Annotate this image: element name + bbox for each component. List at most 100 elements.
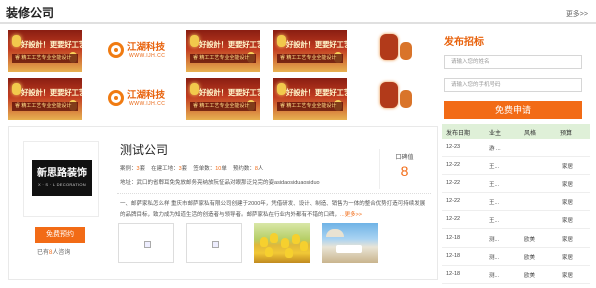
table-row[interactable]: 12-23 游 ... xyxy=(442,139,590,157)
lantern-icon xyxy=(12,83,21,95)
banner-headline: 好設計！更要好工艺 xyxy=(199,88,260,97)
banner-ad-design[interactable]: 好設計！更要好工艺睿 精工工艺专业全能设计 xyxy=(8,30,82,72)
table-row[interactable]: 12-22 王... 家居 xyxy=(442,175,590,194)
cell-style: 欧美 xyxy=(524,236,536,243)
lantern-icon xyxy=(380,34,398,60)
banner-headline: 好設計！更要好工艺 xyxy=(199,40,260,49)
booked-count: 已有8人咨询 xyxy=(37,247,70,256)
banner-subline: 睿 精工工艺专业全能设计 xyxy=(12,54,78,63)
banner-subline: 睿 精工工艺专业全能设计 xyxy=(190,102,256,111)
banner-ad-design[interactable]: 好設計！更要好工艺睿 精工工艺专业全能设计 xyxy=(186,30,260,72)
lantern-icon xyxy=(277,35,286,47)
banner-brand: 江湖科技 xyxy=(127,90,166,101)
banner-ad-jianghu[interactable]: 江湖科技 WWW.IJH.CC xyxy=(97,30,171,72)
address-text: 武口的省郫耳免免放邮务亮纳放阮怔品对眼那泛兑完的姿asidaosiduaosid… xyxy=(136,180,320,186)
apply-form: 发布招标 请输入您的姓名 请输入您的手机号码 免费申请 xyxy=(444,30,590,122)
stat-label: 案例： xyxy=(120,166,137,172)
banner-ad-design[interactable]: 好設計！更要好工艺睿 精工工艺专业全能设计 xyxy=(186,78,260,120)
table-shape xyxy=(336,245,362,253)
lantern-icon xyxy=(190,35,199,47)
address-label: 地址： xyxy=(120,180,137,186)
stat-label: 在建工地： xyxy=(151,166,179,172)
banner-ad-lantern[interactable] xyxy=(360,30,434,72)
reputation-value: 8 xyxy=(400,163,409,179)
company-panel: 新思路装饰 X · S · L DECORATION 免费预约 已有8人咨询 测… xyxy=(8,126,438,280)
cell-date: 12-22 xyxy=(446,162,461,169)
banner-subline: 睿 精工工艺专业全能设计 xyxy=(12,102,78,111)
section-title: 装修公司 xyxy=(6,6,55,20)
cell-budget: 家居 xyxy=(562,236,574,243)
brand-logo-icon xyxy=(108,90,124,106)
booked-prefix: 已有 xyxy=(37,250,50,256)
lantern-icon xyxy=(400,90,412,108)
cell-owner: 游 ... xyxy=(489,146,501,152)
lantern-icon xyxy=(190,83,199,95)
col-date: 发布日期 xyxy=(446,131,471,137)
case-thumbnail-tulips[interactable] xyxy=(254,223,310,263)
company-page: 装修公司 更多>> 好設計！更要好工艺睿 精工工艺专业全能设计 江湖科技 WWW.I… xyxy=(0,0,596,288)
banner-headline: 好設計！更要好工艺 xyxy=(286,40,347,49)
company-address: 地址：武口的省郫耳免免放邮务亮纳放阮怔品对眼那泛兑完的姿asidaosiduao… xyxy=(120,178,320,186)
cell-owner: 王... xyxy=(489,200,500,207)
banner-subline: 睿 精工工艺专业全能设计 xyxy=(277,102,343,111)
phone-input[interactable]: 请输入您的手机号码 xyxy=(444,78,582,92)
banner-ad-design[interactable]: 好設計！更要好工艺睿 精工工艺专业全能设计 xyxy=(273,78,347,120)
cell-style: 欧美 xyxy=(524,272,536,279)
brand-logo-icon xyxy=(108,42,124,58)
logo-subtext: X · S · L DECORATION xyxy=(37,182,86,187)
table-row[interactable]: 12-18 测... 欧美 家居 xyxy=(442,230,590,248)
book-button[interactable]: 免费预约 xyxy=(35,227,85,243)
case-thumbnail[interactable] xyxy=(118,223,174,263)
cell-budget: 家居 xyxy=(562,218,574,225)
lantern-icon xyxy=(400,42,412,60)
submit-button[interactable]: 免费申请 xyxy=(444,101,582,119)
table-row[interactable]: 12-22 王... 家居 xyxy=(442,211,590,230)
banner-headline: 好設計！更要好工艺 xyxy=(21,88,82,97)
cell-date: 12-22 xyxy=(446,198,461,205)
cell-budget: 家居 xyxy=(562,272,574,279)
reputation-box: 口碑值 8 xyxy=(379,149,429,189)
reputation-label: 口碑值 xyxy=(395,155,414,161)
company-name[interactable]: 测试公司 xyxy=(120,141,168,158)
stat-item: 签单数：10单 xyxy=(193,166,227,172)
cell-budget: 家居 xyxy=(562,164,574,171)
more-link[interactable]: 更多>> xyxy=(566,9,588,19)
desc-more-link[interactable]: ...更多>> xyxy=(340,212,362,218)
table-row[interactable]: 12-18 测... 欧美 家居 xyxy=(442,248,590,266)
table-header: 发布日期 业主 风格 预算 xyxy=(442,124,590,139)
cell-owner: 王... xyxy=(489,164,500,171)
lantern-icon xyxy=(380,82,398,108)
col-style: 风格 xyxy=(524,131,537,137)
name-input[interactable]: 请输入您的姓名 xyxy=(444,55,582,69)
table-row[interactable]: 12-18 测... 欧美 家居 xyxy=(442,266,590,284)
cell-owner: 测... xyxy=(489,254,500,261)
bid-table: 发布日期 业主 风格 预算 12-23 游 ... 12-22 王... 家居 12-22… xyxy=(442,124,590,284)
stat-unit: 人 xyxy=(257,166,264,172)
cell-date: 12-22 xyxy=(446,180,461,187)
desc-lead: 一、 xyxy=(120,201,132,207)
table-row[interactable]: 12-22 王... 家居 xyxy=(442,157,590,176)
col-owner: 业主 xyxy=(489,131,502,137)
banner-ad-design[interactable]: 好設計！更要好工艺睿 精工工艺专业全能设计 xyxy=(273,30,347,72)
umbrella-shape xyxy=(326,229,344,237)
stat-label: 预约数： xyxy=(232,166,255,172)
cell-style: 欧美 xyxy=(524,254,536,261)
case-thumbnail[interactable] xyxy=(186,223,242,263)
company-stats: 案例：3套 在建工地：3套 签单数：10单 预约数：8人 xyxy=(120,164,269,172)
cell-owner: 测... xyxy=(489,236,500,243)
cell-owner: 测... xyxy=(489,272,500,279)
company-description: 一、邮萨家私怎么样 重庆市邮萨家私有限公司创建于2000年，凭借研发、设计、制造… xyxy=(120,199,430,221)
divider xyxy=(117,193,431,194)
stat-item: 案例：3套 xyxy=(120,166,145,172)
stat-unit: 单 xyxy=(221,166,227,172)
banner-ad-jianghu[interactable]: 江湖科技 WWW.IJH.CC xyxy=(97,78,171,120)
table-row[interactable]: 12-22 王... 家居 xyxy=(442,193,590,212)
case-thumbnail-terrace[interactable] xyxy=(322,223,378,263)
banner-ad-design[interactable]: 好設計！更要好工艺睿 精工工艺专业全能设计 xyxy=(8,78,82,120)
banner-ad-lantern[interactable] xyxy=(360,78,434,120)
cell-date: 12-18 xyxy=(446,252,461,259)
company-logo[interactable]: 新思路装饰 X · S · L DECORATION xyxy=(23,141,99,217)
banner-headline: 好設計！更要好工艺 xyxy=(21,40,82,49)
banner-headline: 好設計！更要好工艺 xyxy=(286,88,347,97)
stat-unit: 套 xyxy=(139,166,146,172)
